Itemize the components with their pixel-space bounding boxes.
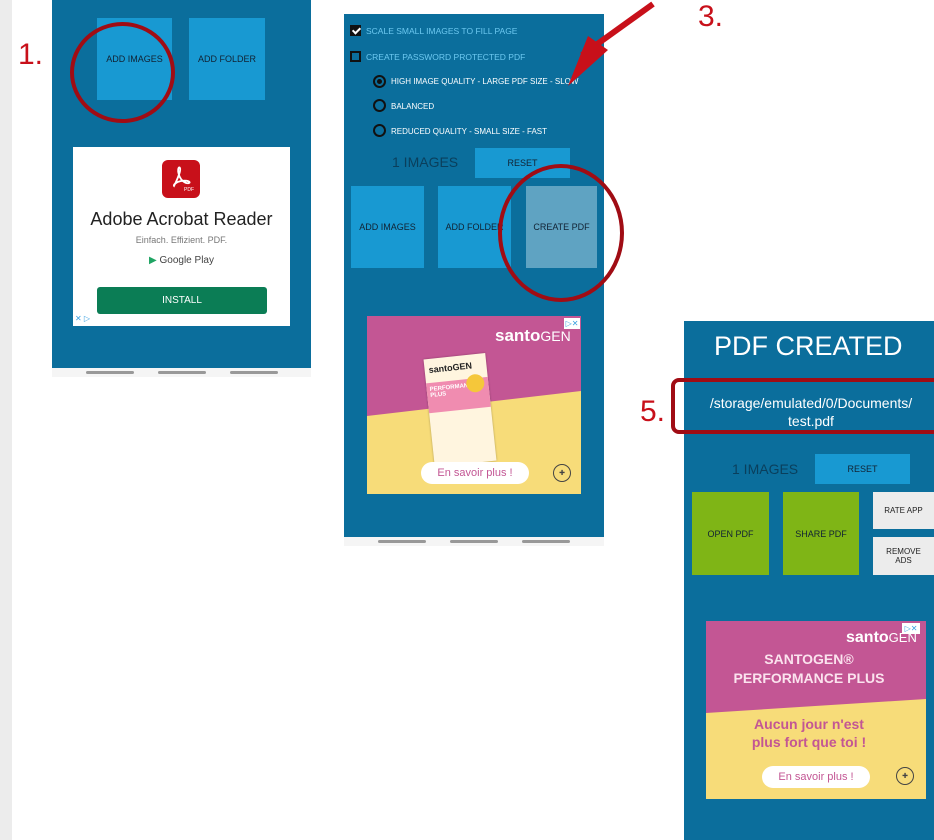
reset-button[interactable]: RESET xyxy=(815,454,910,484)
scale-option-label: SCALE SMALL IMAGES TO FILL PAGE xyxy=(366,26,518,36)
ad-brand-suffix: GEN xyxy=(540,328,571,344)
ad-brand-main: santo xyxy=(846,629,889,646)
ad-brand-main: santo xyxy=(495,326,541,345)
nav-line xyxy=(230,371,278,374)
rate-app-button[interactable]: RATE APP xyxy=(873,492,934,529)
scale-checkbox[interactable] xyxy=(350,25,361,36)
quality-high-radio[interactable] xyxy=(373,75,386,88)
ad-brand: santoGEN xyxy=(495,326,571,346)
page-left-strip xyxy=(0,0,12,840)
google-play-icon: ▶ xyxy=(149,255,157,266)
highlight-box-file-path xyxy=(671,378,934,434)
ad-cta-button[interactable]: En savoir plus ! xyxy=(762,766,870,788)
bayer-logo-icon: ✚ xyxy=(896,767,914,785)
product-box-image: santoGEN PERFORMANCE PLUS xyxy=(423,353,497,467)
quality-balanced-radio[interactable] xyxy=(373,99,386,112)
bayer-logo-icon: ✚ xyxy=(553,464,571,482)
nav-line xyxy=(158,371,206,374)
google-play-badge[interactable]: ▶ Google Play xyxy=(73,255,290,266)
highlight-circle-create-pdf xyxy=(498,164,624,302)
step-1-label: 1. xyxy=(18,38,44,71)
ad-choices-icon[interactable]: ▷✕ xyxy=(564,318,580,329)
highlight-circle-add-images xyxy=(70,22,175,123)
quality-balanced-label: BALANCED xyxy=(391,102,435,111)
acrobat-app-icon: PDF xyxy=(162,160,200,198)
product-box-line: PERFORMANCE PLUS xyxy=(429,382,477,400)
nav-line xyxy=(522,540,570,543)
ad-headline-2: PERFORMANCE PLUS xyxy=(733,670,885,686)
password-option-label: CREATE PASSWORD PROTECTED PDF xyxy=(366,52,526,62)
step-5-label: 5. xyxy=(640,395,666,428)
ad-tagline-1: Aucun jour n'est xyxy=(754,716,864,732)
nav-line xyxy=(378,540,426,543)
acrobat-icon-label: PDF xyxy=(184,187,194,193)
nav-bar-1 xyxy=(52,368,311,377)
password-checkbox[interactable] xyxy=(350,51,361,62)
images-count: 1 IMAGES xyxy=(732,461,799,477)
step-3-label: 3. xyxy=(698,0,724,33)
santogen-ad[interactable]: santoGEN santoGEN PERFORMANCE PLUS En sa… xyxy=(367,316,581,494)
ad-choices-icon[interactable]: ▷✕ xyxy=(902,623,920,634)
ad-headline-1: SANTOGEN® xyxy=(764,651,854,667)
add-folder-button[interactable]: ADD FOLDER xyxy=(189,18,265,100)
nav-line xyxy=(450,540,498,543)
ad-tagline-2: plus fort que toi ! xyxy=(751,734,867,750)
product-box-brand: santoGEN xyxy=(428,360,473,376)
share-pdf-button[interactable]: SHARE PDF xyxy=(783,492,859,575)
pdf-created-title: PDF CREATED xyxy=(714,331,903,361)
ad-title: Adobe Acrobat Reader xyxy=(90,209,273,229)
quality-reduced-radio[interactable] xyxy=(373,124,386,137)
google-play-label: Google Play xyxy=(159,255,214,266)
nav-line xyxy=(86,371,134,374)
nav-bar-2 xyxy=(344,537,604,546)
ad-subtitle: Einfach. Effizient. PDF. xyxy=(135,235,228,245)
santogen-ad[interactable]: santoGEN SANTOGEN® PERFORMANCE PLUS Aucu… xyxy=(706,621,926,799)
add-images-button[interactable]: ADD IMAGES xyxy=(351,186,424,268)
acrobat-ad[interactable]: PDF Adobe Acrobat Reader Einfach. Effizi… xyxy=(73,147,290,326)
annotation-arrow-icon xyxy=(568,1,655,86)
ad-cta-button[interactable]: En savoir plus ! xyxy=(421,462,529,484)
remove-ads-button[interactable]: REMOVE ADS xyxy=(873,537,934,575)
images-count: 1 IMAGES xyxy=(392,154,459,170)
quality-reduced-label: REDUCED QUALITY - SMALL SIZE - FAST xyxy=(391,127,548,136)
install-button[interactable]: INSTALL xyxy=(97,287,267,314)
ad-choices-icon[interactable]: ✕ ▷ xyxy=(75,314,90,323)
open-pdf-button[interactable]: OPEN PDF xyxy=(692,492,769,575)
